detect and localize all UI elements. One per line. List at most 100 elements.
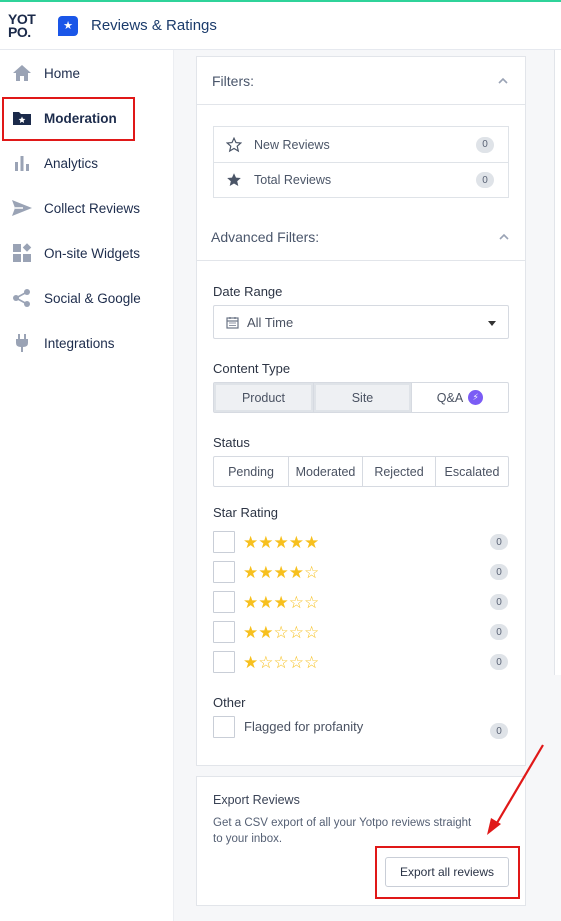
star-rating-stars: ★ ★ ★ ★ ☆	[243, 564, 319, 581]
star-outline-icon: ☆	[304, 622, 320, 642]
star-filled-icon: ★	[243, 622, 259, 642]
sidebar-item-label: Social & Google	[44, 290, 141, 306]
sidebar-item-label: On-site Widgets	[44, 245, 141, 261]
sidebar-item-label: Home	[44, 65, 81, 81]
status-pending[interactable]: Pending	[214, 457, 288, 486]
count-badge: 0	[490, 534, 508, 550]
lightning-icon: ⚡	[468, 390, 484, 405]
star-rating-checkbox[interactable]	[213, 621, 235, 643]
star-rating-label: Star Rating	[213, 505, 279, 520]
filters-header[interactable]: Filters:	[197, 57, 525, 104]
status-label: Status	[213, 435, 250, 450]
star-rating-stars: ★ ★ ☆ ☆ ☆	[243, 624, 319, 641]
sidebar-item-social-google[interactable]: Social & Google	[0, 278, 174, 318]
star-outline-icon: ☆	[288, 622, 304, 642]
star-outline-icon: ☆	[304, 592, 320, 612]
export-title: Export Reviews	[213, 793, 300, 807]
sidebar-item-analytics[interactable]: Analytics	[0, 143, 174, 183]
sidebar-item-on-site-widgets[interactable]: On-site Widgets	[0, 233, 174, 273]
star-outline-icon: ☆	[304, 562, 320, 582]
yotpo-logo[interactable]: YOT PO.	[0, 1, 42, 51]
star-filled-icon: ★	[258, 562, 274, 582]
star-filled-icon: ★	[243, 592, 259, 612]
sidebar-item-collect-reviews[interactable]: Collect Reviews	[0, 188, 174, 228]
count-badge: 0	[490, 654, 508, 670]
star-rating-checkbox[interactable]	[213, 651, 235, 673]
filter-new-reviews[interactable]: New Reviews 0	[214, 127, 508, 162]
calendar-icon	[226, 316, 239, 329]
star-outline-icon	[226, 136, 242, 152]
content-panel-edge	[554, 50, 561, 675]
star-rating-row: ★ ★ ★ ★ ☆ 0	[213, 561, 509, 583]
date-range-select[interactable]: All Time	[213, 305, 509, 339]
star-outline-icon: ☆	[273, 652, 289, 672]
status-rejected[interactable]: Rejected	[362, 457, 435, 486]
star-rating-row: ★ ★ ☆ ☆ ☆ 0	[213, 621, 509, 643]
star-filled-icon: ★	[273, 562, 289, 582]
star-filled-icon: ★	[243, 562, 259, 582]
flagged-profanity-row: Flagged for profanity 0	[213, 716, 509, 740]
star-outline-icon: ☆	[304, 652, 320, 672]
advanced-filters-header[interactable]: Advanced Filters:	[196, 213, 526, 260]
star-outline-icon: ☆	[288, 592, 304, 612]
count-badge: 0	[490, 564, 508, 580]
content-type-site[interactable]: Site	[313, 383, 411, 412]
star-filled-icon: ★	[258, 532, 274, 552]
star-filled-icon: ★	[288, 532, 304, 552]
star-rating-checkbox[interactable]	[213, 531, 235, 553]
flagged-profanity-checkbox[interactable]	[213, 716, 235, 738]
count-badge: 0	[476, 172, 494, 188]
chevron-up-icon[interactable]	[497, 75, 509, 87]
advanced-filters-title: Advanced Filters:	[211, 228, 320, 245]
annotation-arrow-icon	[487, 744, 544, 835]
reviews-app-icon: ★	[58, 15, 78, 36]
star-outline-icon: ☆	[258, 652, 274, 672]
star-rating-checkbox[interactable]	[213, 561, 235, 583]
star-outline-icon: ☆	[273, 622, 289, 642]
plug-icon	[11, 332, 33, 354]
count-badge: 0	[490, 624, 508, 640]
filters-list: New Reviews 0 Total Reviews 0	[213, 126, 509, 198]
star-rating-row: ★ ☆ ☆ ☆ ☆ 0	[213, 651, 509, 673]
count-badge: 0	[490, 723, 508, 739]
filter-label: New Reviews	[254, 137, 330, 152]
status-moderated[interactable]: Moderated	[288, 457, 362, 486]
send-icon	[11, 197, 33, 219]
moderation-highlight-annotation	[2, 97, 135, 141]
star-filled-icon: ★	[243, 652, 259, 672]
export-highlight-annotation	[375, 846, 520, 899]
status-toggle: Pending Moderated Rejected Escalated	[213, 456, 509, 487]
content-type-toggle: Product Site Q&A ⚡	[213, 382, 509, 413]
chevron-up-icon[interactable]	[498, 231, 510, 243]
star-rating-row: ★ ★ ★ ★ ★ 0	[213, 531, 509, 553]
count-badge: 0	[490, 594, 508, 610]
other-label: Other	[213, 695, 246, 710]
status-escalated[interactable]: Escalated	[435, 457, 508, 486]
filter-label: Total Reviews	[254, 173, 332, 187]
share-icon	[11, 287, 33, 309]
divider	[197, 104, 525, 105]
sidebar-item-label: Integrations	[44, 335, 115, 351]
date-range-value: All Time	[247, 314, 294, 330]
sidebar-item-integrations[interactable]: Integrations	[0, 323, 174, 363]
content-type-label: Content Type	[213, 361, 291, 376]
star-filled-icon: ★	[273, 592, 289, 612]
star-rating-checkbox[interactable]	[213, 591, 235, 613]
content-type-qa-label: Q&A	[436, 390, 464, 405]
widgets-icon	[11, 242, 33, 264]
count-badge: 0	[476, 136, 494, 153]
star-filled-icon: ★	[304, 532, 320, 552]
star-outline-icon: ☆	[288, 652, 304, 672]
content-type-product[interactable]: Product	[214, 383, 313, 412]
chevron-down-icon	[488, 321, 496, 326]
date-range-label: Date Range	[213, 284, 283, 299]
sidebar-item-home[interactable]: Home	[0, 53, 174, 93]
filter-total-reviews[interactable]: Total Reviews 0	[214, 162, 508, 197]
content-type-qa[interactable]: Q&A ⚡	[411, 383, 508, 412]
star-filled-icon: ★	[258, 592, 274, 612]
sidebar-item-label: Analytics	[44, 155, 99, 171]
star-filled-icon: ★	[288, 562, 304, 582]
divider	[197, 260, 525, 261]
star-filled-icon: ★	[273, 532, 289, 552]
star-rating-stars: ★ ★ ★ ☆ ☆	[243, 594, 319, 611]
